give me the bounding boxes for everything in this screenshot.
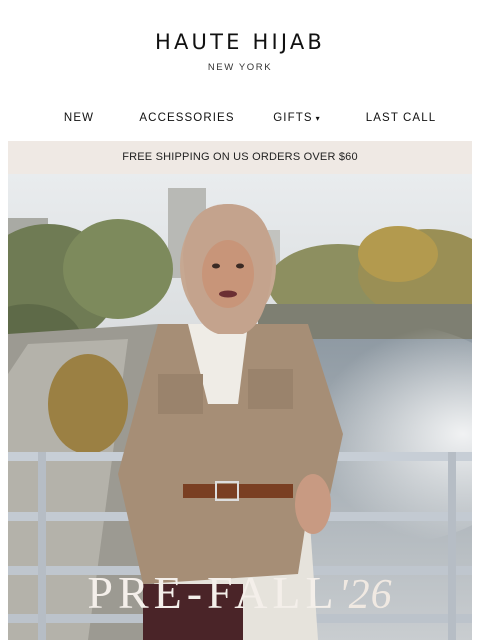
nav-item-gifts[interactable]: GIFTS ▾ (262, 112, 332, 124)
hero-title-text: PRE-FALL (87, 567, 339, 618)
email-page: HAUTE HIJAB NEW YORK NEW ACCESSORIES GIF… (0, 0, 480, 640)
nav-item-accessories[interactable]: ACCESSORIES (128, 112, 246, 124)
nav-item-last-call[interactable]: LAST CALL (358, 112, 444, 124)
brand-location: NEW YORK (207, 62, 273, 73)
brand-logo[interactable]: HAUTE HIJAB (0, 30, 480, 54)
hero-title: PRE-FALL'26 (0, 566, 480, 619)
nav-item-label: GIFTS (273, 112, 313, 124)
nav-item-new[interactable]: NEW (56, 112, 102, 124)
nav-item-label: LAST CALL (365, 112, 437, 124)
nav-item-label: NEW (63, 112, 95, 124)
chevron-down-icon: ▾ (315, 114, 321, 123)
main-nav: NEW ACCESSORIES GIFTS ▾ LAST CALL (8, 106, 472, 132)
header: HAUTE HIJAB NEW YORK (0, 0, 480, 100)
hero-year: '26 (338, 572, 393, 618)
shipping-banner[interactable]: FREE SHIPPING ON US ORDERS OVER $60 (8, 141, 472, 174)
nav-item-label: ACCESSORIES (139, 112, 235, 124)
